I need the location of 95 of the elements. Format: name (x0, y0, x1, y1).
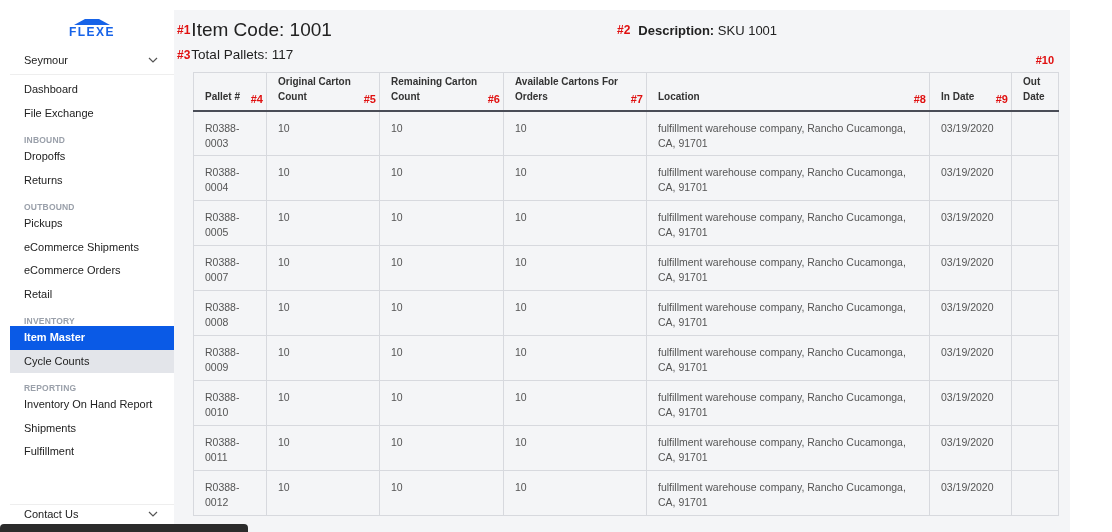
table-cell: 10 (515, 436, 527, 448)
annotation-marker: #3 (177, 47, 191, 62)
nav-item[interactable]: File Exchange (10, 101, 174, 125)
table-cell: 10 (515, 481, 527, 493)
table-cell: 10 (278, 391, 290, 403)
column-header: Location (658, 90, 700, 102)
table-cell: fulfillment warehouse company, Rancho Cucamonga, CA, 91701 (658, 391, 906, 418)
table-cell: 10 (391, 121, 403, 134)
table-cell: fulfillment warehouse company, Rancho Cucamonga, CA, 91701 (658, 166, 906, 193)
table-cell: 10 (391, 481, 403, 493)
table-cell: 10 (515, 166, 527, 178)
annotation-marker: #2 (617, 23, 631, 37)
table-cell: R0388-0012 (205, 481, 240, 508)
annotation-marker: #8 (913, 92, 926, 105)
column-header: Remaining Carton Count (391, 75, 478, 102)
table-cell: R0388-0005 (205, 211, 240, 238)
annotation-marker: #4 (250, 92, 263, 105)
nav-item[interactable]: Shipments (10, 416, 174, 440)
annotation-marker: #1 (177, 23, 191, 37)
table-cell: 03/19/2020 (941, 391, 994, 403)
table-cell: 10 (391, 391, 403, 403)
table-cell: 10 (278, 166, 290, 178)
table-cell: fulfillment warehouse company, Rancho Cucamonga, CA, 91701 (658, 346, 906, 373)
table-cell: R0388-0007 (205, 256, 240, 283)
annotation-marker: #5 (363, 92, 376, 105)
table-cell: R0388-0010 (205, 391, 240, 418)
table-cell: 03/19/2020 (941, 436, 994, 448)
nav-item[interactable]: Inventory On Hand Report (10, 393, 174, 417)
table-cell: 10 (515, 121, 527, 134)
table-cell: 03/19/2020 (941, 211, 994, 223)
table-cell: 10 (391, 166, 403, 178)
table-cell: 10 (278, 481, 290, 493)
table-cell: 10 (515, 211, 527, 223)
table-cell: 10 (391, 346, 403, 358)
nav-item[interactable]: Pickups (10, 212, 174, 236)
table-cell: 03/19/2020 (941, 256, 994, 268)
table-cell: fulfillment warehouse company, Rancho Cucamonga, CA, 91701 (658, 121, 906, 149)
table-cell: R0388-0004 (205, 166, 240, 193)
nav-item[interactable]: Retail (10, 282, 174, 306)
table-cell: 03/19/2020 (941, 301, 994, 313)
table-cell: 03/19/2020 (941, 121, 994, 134)
nav-item[interactable]: Dropoffs (10, 145, 174, 169)
column-header: Pallet # (205, 90, 241, 102)
table-cell: 03/19/2020 (941, 166, 994, 178)
annotation-marker: #9 (995, 92, 1008, 105)
column-header: In Date (941, 90, 975, 102)
section-heading: OUTBOUND (23, 201, 76, 212)
table-cell: 10 (278, 346, 290, 358)
annotation-marker: #10 (1035, 54, 1054, 66)
table-cell: 10 (391, 301, 403, 313)
table-cell: 10 (278, 211, 290, 223)
table-cell: 10 (515, 256, 527, 268)
table-cell: 10 (278, 256, 290, 268)
chevron-down-icon (148, 511, 158, 517)
nav-item[interactable]: Item Master (10, 326, 174, 350)
roof-icon (73, 18, 111, 26)
table-cell: 10 (278, 301, 290, 313)
flexe-logo[interactable]: FLEXE (68, 18, 116, 38)
section-heading: INVENTORY (23, 315, 76, 326)
table-cell: 10 (515, 301, 527, 313)
column-header: Original Carton Count (278, 75, 351, 102)
table-cell: 10 (278, 436, 290, 448)
table-cell: 03/19/2020 (941, 346, 994, 358)
column-header: Available Cartons For Orders (515, 75, 618, 102)
total-pallets-text: Total Pallets: 117 (191, 47, 294, 62)
section-heading: INBOUND (23, 134, 67, 145)
table-cell: fulfillment warehouse company, Rancho Cucamonga, CA, 91701 (658, 436, 906, 463)
description-text: Description: SKU 1001 (638, 22, 778, 38)
table-cell: R0388-0009 (205, 346, 240, 373)
table-cell: 10 (278, 121, 290, 134)
table-cell: R0388-0003 (205, 121, 240, 149)
table-cell: 03/19/2020 (941, 481, 994, 493)
table-cell: 10 (391, 211, 403, 223)
table-cell: 10 (391, 256, 403, 268)
nav-item[interactable]: eCommerce Orders (10, 259, 174, 283)
annotation-marker: #7 (630, 92, 643, 105)
nav-item[interactable]: Dashboard (10, 78, 174, 102)
table-cell: R0388-0011 (205, 436, 240, 463)
nav-item[interactable]: Fulfillment (10, 440, 174, 464)
table-cell: fulfillment warehouse company, Rancho Cucamonga, CA, 91701 (658, 301, 906, 328)
table-cell: fulfillment warehouse company, Rancho Cucamonga, CA, 91701 (658, 481, 906, 508)
annotation-marker: #6 (487, 92, 500, 105)
table-cell: 10 (515, 391, 527, 403)
item-code-title: Item Code: 1001 (191, 19, 332, 41)
section-heading: REPORTING (23, 382, 78, 393)
table-cell: 10 (515, 346, 527, 358)
nav-item[interactable]: eCommerce Shipments (10, 235, 174, 259)
table-cell: fulfillment warehouse company, Rancho Cucamonga, CA, 91701 (658, 211, 906, 238)
table-cell: 10 (391, 436, 403, 448)
table-cell: fulfillment warehouse company, Rancho Cucamonga, CA, 91701 (658, 256, 906, 283)
chevron-down-icon (148, 57, 158, 63)
column-header: Out Date (1023, 75, 1045, 102)
nav-item[interactable]: Returns (10, 168, 174, 192)
nav-item[interactable]: Cycle Counts (10, 349, 174, 373)
table-cell: R0388-0008 (205, 301, 240, 328)
